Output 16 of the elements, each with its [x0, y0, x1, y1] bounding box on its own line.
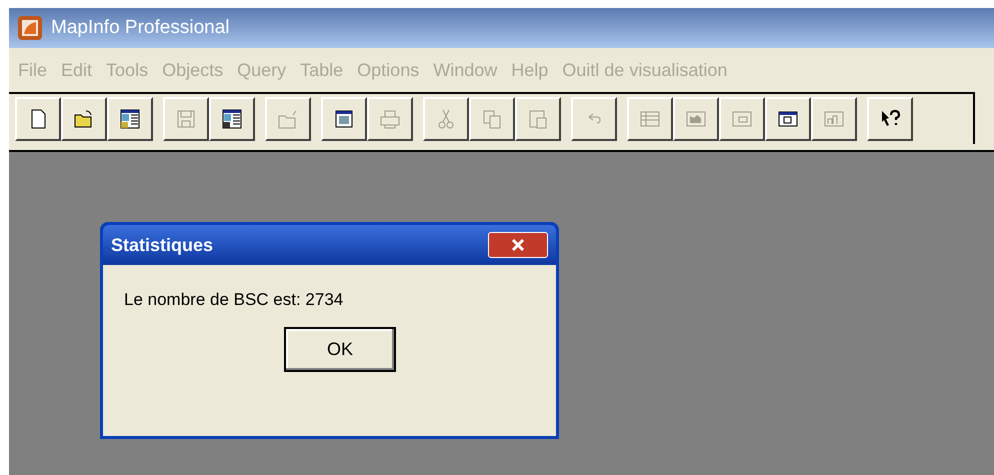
table-map-icon [118, 107, 142, 131]
toolbar-button[interactable] [61, 97, 107, 141]
dialog-title: Statistiques [111, 234, 214, 257]
toolbar-button[interactable] [209, 97, 255, 141]
toolbar-button[interactable] [107, 97, 153, 141]
message-text: Le nombre de BSC est: 2734 [124, 289, 344, 311]
toolbar-button[interactable] [867, 97, 913, 141]
close-button[interactable] [488, 232, 548, 258]
close-icon [511, 238, 525, 252]
ok-button[interactable]: OK [284, 326, 396, 372]
table-map-icon [220, 107, 244, 131]
app-icon [17, 15, 43, 41]
toolbar-button[interactable] [15, 97, 61, 141]
window-title: MapInfo Professional [51, 16, 230, 40]
toolbar-button[interactable] [765, 97, 811, 141]
toolbar-button[interactable] [321, 97, 367, 141]
